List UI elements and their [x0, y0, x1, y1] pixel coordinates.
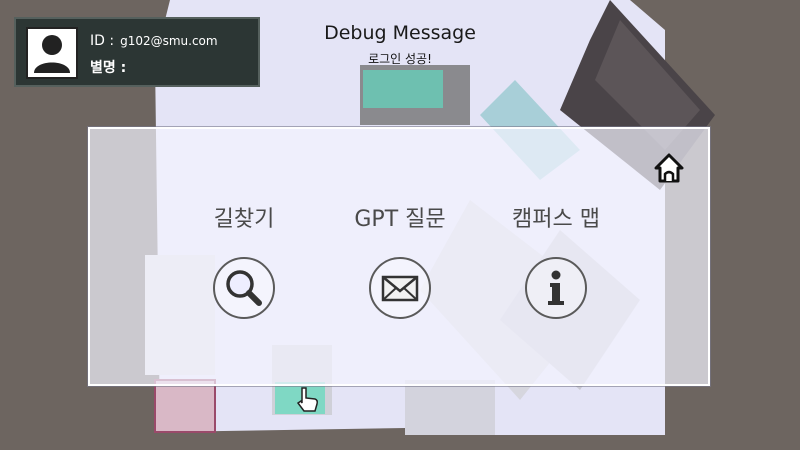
search-icon	[226, 270, 262, 306]
gpt-question-button[interactable]	[369, 257, 431, 319]
navigation-button[interactable]	[213, 257, 275, 319]
mail-icon	[381, 275, 419, 302]
user-avatar-icon	[26, 27, 78, 79]
profile-id-label: ID :	[90, 33, 115, 49]
hand-cursor-icon	[296, 387, 318, 412]
debug-title: Debug Message	[324, 22, 476, 44]
menu-label-navigation: 길찾기	[213, 207, 275, 232]
info-icon	[548, 270, 564, 305]
map-building-pink	[154, 379, 216, 433]
user-profile-panel: ID : g102@smu.com 별명 :	[14, 17, 260, 87]
profile-id-row: ID : g102@smu.com	[90, 33, 218, 49]
map-building-road	[405, 380, 495, 435]
map-building-center-roof	[363, 70, 443, 108]
home-button[interactable]	[652, 150, 686, 186]
profile-nickname-label: 별명 :	[90, 60, 127, 76]
debug-message: 로그인 성공!	[368, 52, 432, 66]
campus-map-button[interactable]	[525, 257, 587, 319]
menu-label-campus-map: 캠퍼스 맵	[512, 207, 600, 232]
menu-label-gpt-question: GPT 질문	[354, 207, 446, 232]
home-icon	[654, 153, 684, 183]
profile-id-value: g102@smu.com	[120, 34, 218, 48]
